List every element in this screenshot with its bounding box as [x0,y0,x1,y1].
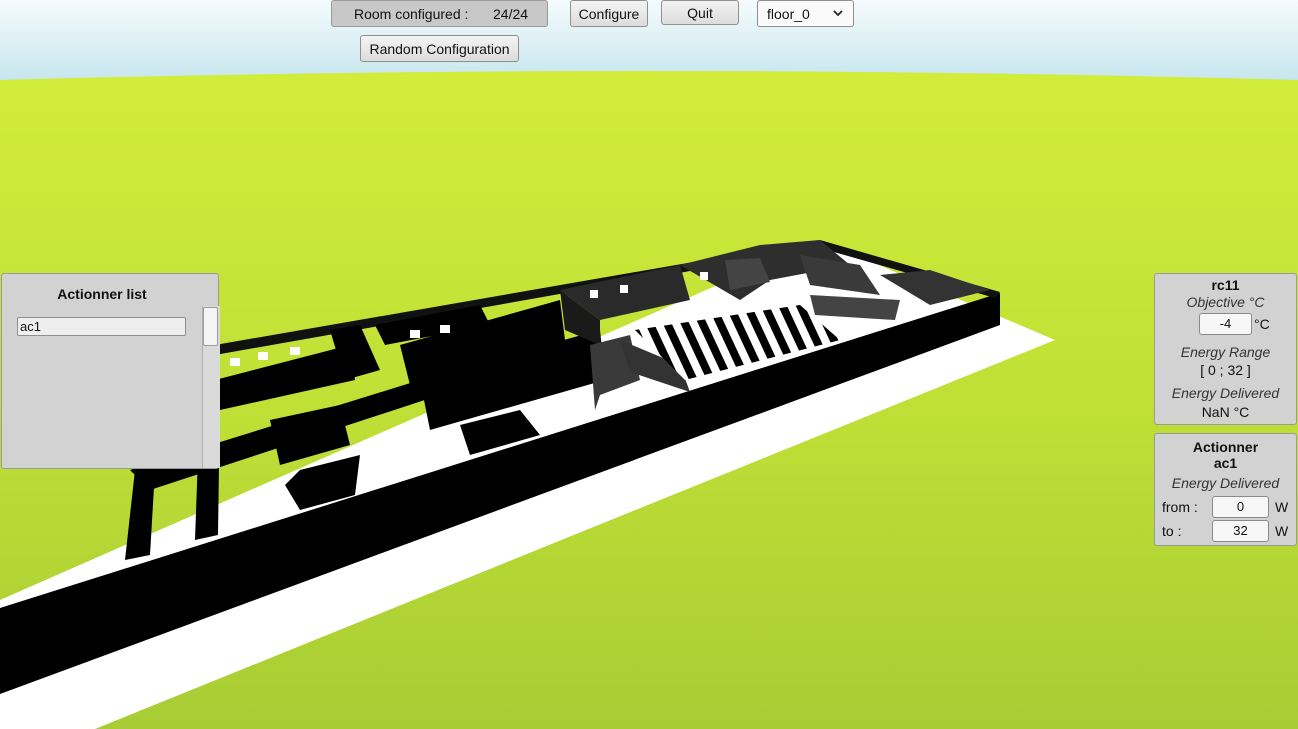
floor-select[interactable]: floor_0 [757,0,854,27]
energy-delivered-label: Energy Delivered [1171,385,1280,401]
actionner-title: Actionner ac1 [1155,439,1296,471]
actionner-name: ac1 [1213,455,1238,471]
from-unit: W [1275,499,1289,515]
scrollbar-thumb[interactable] [203,307,218,346]
energy-range-value: [ 0 ; 32 ] [1200,362,1251,378]
objective-unit: °C [1254,316,1270,332]
actionner-energy-label: Energy Delivered [1171,475,1280,491]
room-info-panel: rc11 Objective °C -4 °C Energy Range [ 0… [1154,273,1297,425]
floor-select-value: floor_0 [767,5,810,22]
energy-delivered-value: NaN °C [1201,404,1250,420]
actionner-title-line1: Actionner [1192,439,1259,455]
configure-button[interactable]: Configure [570,0,648,27]
room-configured-label: Room configured : [354,5,469,22]
random-configuration-button[interactable]: Random Configuration [360,35,519,62]
from-input[interactable]: 0 [1212,496,1269,518]
objective-temperature-input[interactable]: -4 [1199,313,1252,335]
to-input[interactable]: 32 [1212,520,1269,542]
energy-range-label: Energy Range [1180,344,1271,360]
to-label: to : [1162,523,1182,539]
actionner-detail-panel: Actionner ac1 Energy Delivered from : 0 … [1154,433,1297,546]
room-configured-status: Room configured : 24/24 [331,0,548,27]
from-label: from : [1162,499,1198,515]
room-configured-count: 24/24 [493,5,529,22]
room-name: rc11 [1211,277,1240,293]
chevron-down-icon [833,10,843,17]
sky [0,0,1298,80]
objective-label: Objective °C [1186,294,1265,310]
actionner-list-panel: Actionner list ac1 [1,273,220,469]
actionner-list-title: Actionner list [57,286,147,302]
list-item[interactable]: ac1 [17,317,186,336]
quit-button[interactable]: Quit [661,0,739,25]
to-unit: W [1275,523,1289,539]
